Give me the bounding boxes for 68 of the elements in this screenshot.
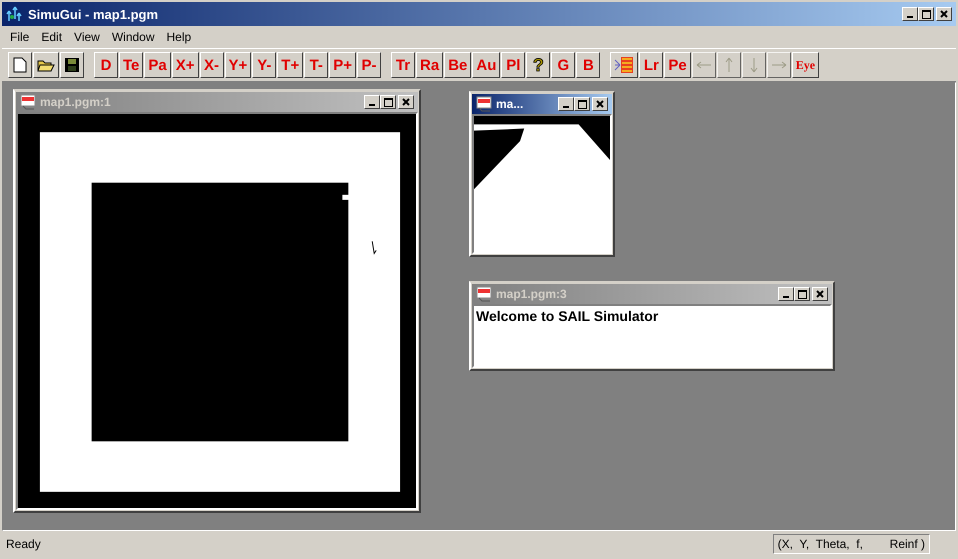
close-button[interactable] [812, 287, 828, 301]
toolbar-icon-button[interactable] [60, 52, 84, 78]
toolbar-button[interactable]: Eye [792, 52, 820, 78]
toolbar-icon-button[interactable] [610, 52, 638, 78]
app-icon [6, 5, 24, 23]
maximize-icon [798, 290, 806, 298]
close-icon [402, 98, 410, 106]
toolbar-button[interactable]: Te [119, 52, 144, 78]
minimize-button[interactable] [364, 95, 380, 109]
toolbar-button[interactable]: D [94, 52, 118, 78]
maximize-icon [384, 98, 392, 106]
toolbar-icon-button[interactable] [33, 52, 59, 78]
toolbar-button[interactable]: X- [200, 52, 224, 78]
arrow-icon [696, 61, 712, 69]
document-icon [476, 286, 492, 302]
maximize-button[interactable] [794, 287, 810, 301]
document-icon [20, 94, 36, 110]
toolbar-button[interactable]: Tr [391, 52, 415, 78]
menu-item[interactable]: Window [106, 30, 161, 44]
maximize-icon [922, 10, 930, 18]
toolbar-button[interactable]: X+ [172, 52, 199, 78]
maximize-icon [578, 100, 586, 108]
toolbar-button[interactable]: Pe [664, 52, 691, 78]
status-message: Ready [6, 537, 41, 551]
colorful-scan-icon [614, 56, 634, 74]
maximize-button[interactable] [574, 97, 590, 111]
close-button[interactable] [592, 97, 608, 111]
menu-item[interactable]: View [68, 30, 106, 44]
toolbar-button[interactable]: P+ [329, 52, 356, 78]
document-icon [476, 96, 492, 112]
toolbar-button[interactable]: G [551, 52, 576, 78]
toolbar-button[interactable]: Au [472, 52, 500, 78]
toolbar-button[interactable]: B [576, 52, 600, 78]
menu-item[interactable]: File [4, 30, 36, 44]
minimize-button[interactable] [558, 97, 574, 111]
minimize-button[interactable] [778, 287, 794, 301]
new-file-icon [13, 57, 27, 73]
output-message: Welcome to SAIL Simulator [475, 307, 660, 326]
toolbar-button[interactable]: Y+ [224, 52, 252, 78]
toolbar-button[interactable]: Lr [639, 52, 664, 78]
menu-item[interactable]: Edit [35, 30, 68, 44]
toolbar-button[interactable]: Pa [144, 52, 171, 78]
document-title: map1.pgm:3 [496, 287, 568, 301]
toolbar-button[interactable]: Y- [252, 52, 276, 78]
window-title: SimuGui - map1.pgm [28, 6, 160, 22]
toolbar-icon-button[interactable] [8, 52, 32, 78]
arrow-icon [724, 57, 733, 73]
close-button[interactable] [936, 7, 952, 21]
toolbar-button[interactable]: Pl [501, 52, 526, 78]
document-title: map1.pgm:1 [40, 95, 112, 109]
minimize-button[interactable] [902, 7, 918, 21]
arrow-icon [750, 57, 758, 73]
maximize-button[interactable] [918, 7, 934, 21]
toolbar-button[interactable]: Ra [416, 52, 444, 78]
status-field: (X, Y, Theta, f, Reinf ) [772, 534, 930, 554]
close-icon [940, 10, 948, 18]
close-icon [816, 290, 824, 298]
toolbar-button[interactable]: Be [444, 52, 472, 78]
close-icon [596, 100, 604, 108]
menu-item[interactable]: Help [160, 30, 198, 44]
toolbar-button[interactable]: P- [357, 52, 381, 78]
toolbar-button[interactable]: T+ [277, 52, 304, 78]
arrow-icon [770, 61, 787, 69]
close-button[interactable] [398, 95, 414, 109]
maximize-button[interactable] [380, 95, 396, 109]
toolbar-button[interactable]: ? [526, 52, 550, 78]
document-title: ma... [496, 97, 524, 111]
toolbar-button[interactable]: T- [304, 52, 328, 78]
